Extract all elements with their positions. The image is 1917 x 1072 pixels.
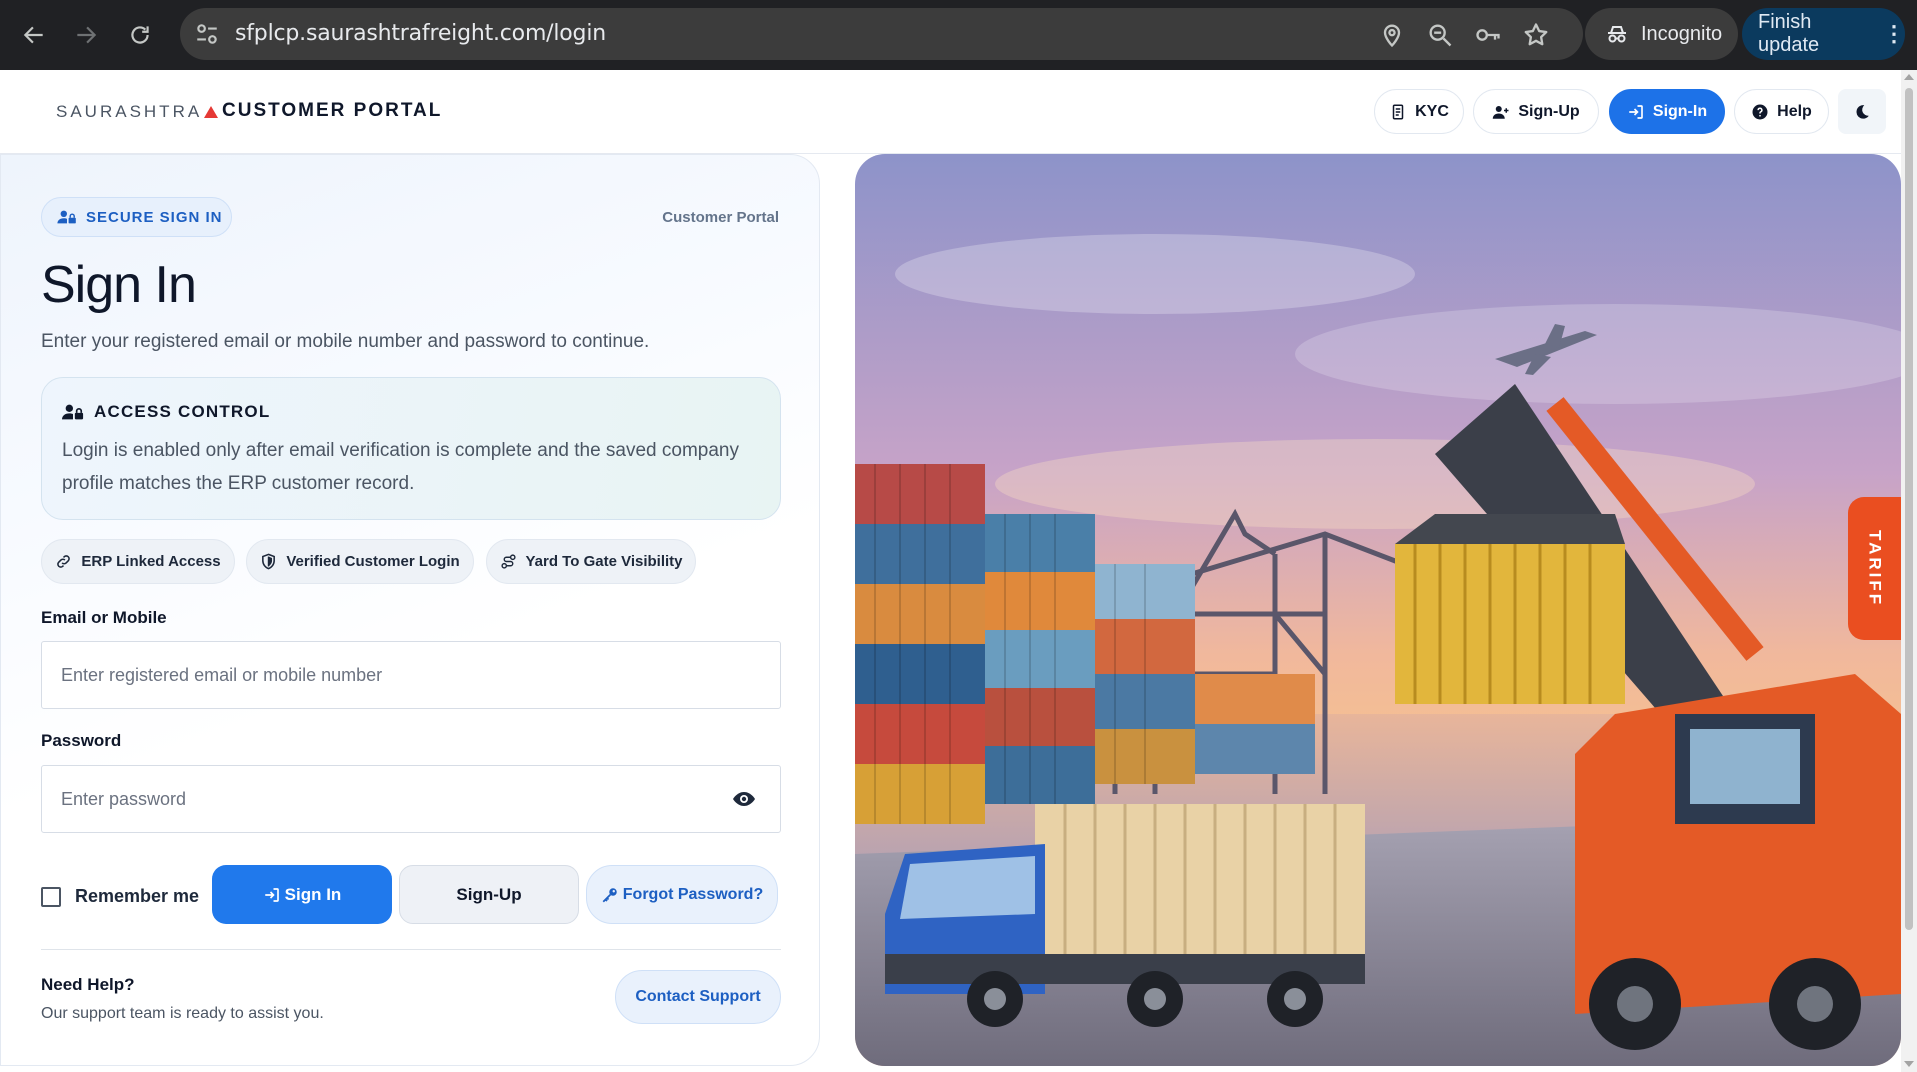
site-header: SAURASHTRA CUSTOMER PORTAL KYC Sign-Up S… — [0, 70, 1901, 154]
incognito-label: Incognito — [1641, 22, 1723, 45]
arrow-left-icon — [23, 26, 43, 44]
question-circle-icon — [1752, 104, 1768, 119]
star-icon[interactable] — [1522, 21, 1550, 49]
contact-support-button[interactable]: Contact Support — [615, 970, 781, 1024]
browser-toolbar: sfplcp.saurashtrafreight.com/login Incog… — [0, 0, 1917, 70]
scroll-thumb[interactable] — [1905, 88, 1913, 930]
chip-verified-customer-login: Verified Customer Login — [246, 539, 474, 584]
help-label: Help — [1777, 102, 1812, 120]
divider — [41, 949, 781, 950]
tariff-side-tab[interactable]: TARIFF — [1848, 497, 1901, 640]
remember-me-label: Remember me — [75, 886, 200, 906]
page-scrollbar[interactable] — [1901, 70, 1917, 1072]
support-text: Our support team is ready to assist you. — [41, 1005, 324, 1022]
eye-icon[interactable] — [732, 787, 756, 811]
arrow-right-icon — [77, 26, 97, 44]
incognito-indicator[interactable]: Incognito — [1585, 8, 1738, 60]
document-icon — [1392, 104, 1404, 119]
location-icon[interactable] — [1378, 21, 1406, 49]
remember-me[interactable]: Remember me — [41, 886, 199, 907]
access-control-title: ACCESS CONTROL — [94, 402, 271, 421]
logo-triangle-icon — [204, 106, 219, 118]
chip-erp-linked-access: ERP Linked Access — [41, 539, 235, 584]
secure-signin-badge: SECURE SIGN IN — [41, 197, 232, 237]
portal-title: CUSTOMER PORTAL — [222, 100, 443, 121]
browser-menu-icon[interactable]: ⋮ — [1883, 23, 1905, 45]
help-button[interactable]: Help — [1734, 89, 1829, 134]
signin-button[interactable]: Sign In — [212, 865, 392, 924]
moon-icon — [1856, 104, 1869, 119]
user-plus-icon — [1493, 105, 1509, 119]
logo-text: SAURASHTRA — [56, 102, 203, 121]
header-signup-label: Sign-Up — [1518, 102, 1580, 120]
password-input[interactable] — [41, 765, 781, 833]
address-bar[interactable]: sfplcp.saurashtrafreight.com/login — [180, 8, 1583, 60]
reload-icon — [131, 26, 149, 44]
signin-button-label: Sign In — [284, 884, 342, 904]
incognito-icon — [1608, 26, 1626, 43]
port-logistics-illustration — [855, 154, 1901, 1066]
need-help-title: Need Help? — [41, 975, 135, 994]
page-title: Sign In — [41, 256, 197, 314]
key-icon[interactable] — [1474, 21, 1502, 49]
site-settings-icon[interactable] — [194, 21, 220, 47]
access-control-heading: ACCESS CONTROL — [62, 402, 270, 422]
chip-label: Yard To Gate Visibility — [525, 553, 683, 570]
back-button[interactable] — [12, 13, 56, 57]
signup-button[interactable]: Sign-Up — [399, 865, 579, 924]
url-text[interactable]: sfplcp.saurashtrafreight.com/login — [235, 21, 606, 46]
email-label: Email or Mobile — [41, 608, 167, 627]
hero-image — [855, 154, 1901, 1066]
header-signin-label: Sign-In — [1652, 102, 1708, 120]
password-label: Password — [41, 731, 122, 750]
kyc-button[interactable]: KYC — [1374, 89, 1464, 134]
key-icon — [602, 887, 617, 902]
forgot-password-button[interactable]: Forgot Password? — [586, 865, 778, 924]
chip-label: ERP Linked Access — [81, 553, 221, 570]
kyc-label: KYC — [1415, 102, 1449, 120]
link-icon — [57, 555, 71, 568]
header-signup-button[interactable]: Sign-Up — [1473, 89, 1599, 134]
customer-portal-label: Customer Portal — [662, 209, 779, 226]
finish-update-label: Finish update — [1758, 11, 1820, 56]
user-lock-icon — [62, 404, 84, 420]
remember-me-checkbox[interactable] — [41, 886, 61, 907]
scroll-down-icon[interactable] — [1904, 1061, 1914, 1067]
reload-button[interactable] — [118, 13, 162, 57]
chip-label: Verified Customer Login — [286, 553, 460, 570]
access-control-notice: ACCESS CONTROL Login is enabled only aft… — [41, 377, 781, 520]
scroll-up-icon[interactable] — [1904, 74, 1914, 80]
forgot-password-label: Forgot Password? — [622, 885, 764, 903]
user-lock-icon — [57, 210, 76, 224]
finish-update-button[interactable]: Finish update ⋮ — [1742, 8, 1905, 60]
chip-yard-to-gate-visibility: Yard To Gate Visibility — [486, 539, 696, 584]
secure-signin-label: SECURE SIGN IN — [86, 208, 223, 226]
shield-icon — [262, 553, 276, 570]
forward-button[interactable] — [64, 13, 108, 57]
sign-in-icon — [264, 887, 279, 902]
theme-toggle-button[interactable] — [1838, 89, 1886, 134]
signup-button-label: Sign-Up — [456, 884, 522, 904]
access-control-text: Login is enabled only after email verifi… — [62, 440, 739, 494]
route-icon — [500, 554, 516, 569]
signin-card: SECURE SIGN IN Customer Portal Sign In E… — [0, 154, 820, 1066]
sign-in-icon — [1629, 104, 1643, 119]
header-signin-button[interactable]: Sign-In — [1609, 89, 1725, 134]
page-subtitle: Enter your registered email or mobile nu… — [41, 331, 650, 352]
tariff-label: TARIFF — [1865, 529, 1885, 608]
zoom-icon[interactable] — [1426, 21, 1454, 49]
page-viewport: SAURASHTRA CUSTOMER PORTAL KYC Sign-Up S… — [0, 70, 1917, 1072]
brand-logo[interactable]: SAURASHTRA — [56, 102, 219, 122]
email-input[interactable] — [41, 641, 781, 709]
